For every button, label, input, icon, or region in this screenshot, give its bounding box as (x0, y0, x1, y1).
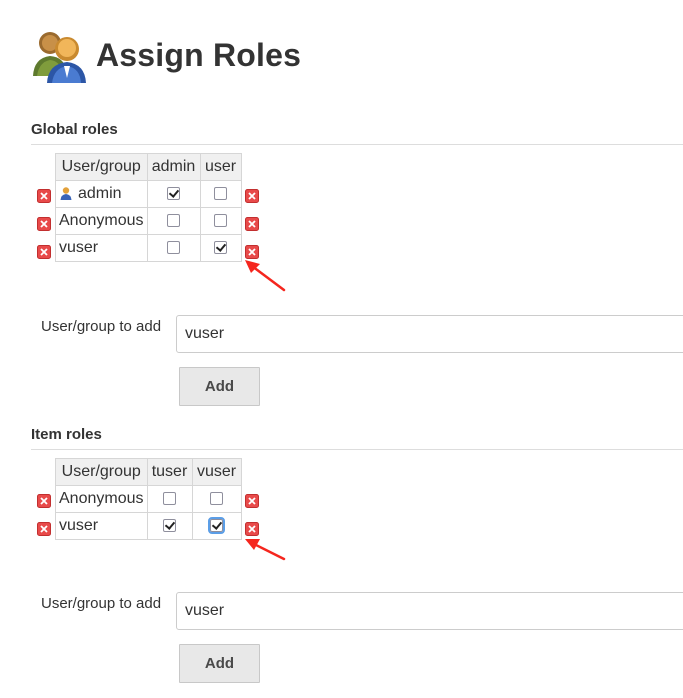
delete-row-icon[interactable] (245, 189, 259, 203)
row-name-cell: vuser (55, 234, 148, 262)
page-header: Assign Roles (30, 25, 301, 85)
role-checkbox[interactable] (163, 492, 176, 506)
column-header-user: user (199, 153, 242, 181)
table-row: vuser (55, 512, 242, 540)
assign-roles-page: Assign Roles Global roles User/group adm… (0, 0, 683, 698)
item-roles-grid: User/group tuser vuser Anonymous vuser (34, 458, 242, 540)
global-add-label: User/group to add (41, 318, 162, 335)
role-cell (199, 207, 242, 235)
role-cell (191, 512, 242, 540)
role-cell (191, 485, 242, 513)
row-name: Anonymous (59, 490, 144, 507)
delete-row-icon[interactable] (37, 494, 51, 508)
page-title: Assign Roles (96, 36, 302, 73)
row-name-cell: admin (55, 180, 148, 208)
role-cell (146, 180, 201, 208)
global-roles-grid: User/group admin user admin Anonymous vu… (34, 153, 242, 262)
row-name-cell: Anonymous (55, 207, 148, 235)
column-header-vuser: vuser (191, 458, 242, 486)
item-user-group-input[interactable] (176, 592, 683, 630)
role-checkbox[interactable] (208, 517, 225, 535)
global-user-group-input[interactable] (176, 315, 683, 353)
item-add-label: User/group to add (41, 595, 162, 612)
role-cell (199, 234, 242, 262)
table-row: vuser (55, 234, 242, 262)
users-icon (33, 32, 86, 83)
table-header-row: User/group admin user (55, 153, 242, 181)
table-row: admin (55, 180, 242, 208)
role-checkbox[interactable] (163, 519, 176, 533)
role-checkbox[interactable] (214, 187, 227, 201)
global-roles-table: User/group admin user admin Anonymous vu… (55, 153, 242, 262)
delete-row-icon[interactable] (245, 494, 259, 508)
role-checkbox[interactable] (214, 241, 227, 255)
column-header-admin: admin (146, 153, 201, 181)
item-roles-title: Item roles (31, 426, 102, 443)
item-roles-table: User/group tuser vuser Anonymous vuser (55, 458, 242, 540)
red-arrow-icon (245, 260, 286, 292)
column-header-user-group: User/group (55, 153, 148, 181)
user-icon (60, 187, 72, 200)
table-header-row: User/group tuser vuser (55, 458, 242, 486)
row-name: vuser (59, 239, 99, 256)
role-cell (146, 207, 201, 235)
role-cell (146, 234, 201, 262)
role-checkbox[interactable] (167, 214, 180, 228)
role-checkbox[interactable] (210, 492, 223, 506)
row-name: vuser (59, 517, 99, 534)
role-cell (146, 512, 193, 540)
delete-row-icon[interactable] (37, 245, 51, 259)
global-roles-title: Global roles (31, 121, 118, 138)
role-cell (146, 485, 193, 513)
row-name-cell: Anonymous (55, 485, 148, 513)
column-header-tuser: tuser (146, 458, 193, 486)
role-cell (199, 180, 242, 208)
role-checkbox[interactable] (214, 214, 227, 228)
role-checkbox[interactable] (167, 187, 180, 201)
red-arrow-icon (245, 539, 286, 561)
column-header-user-group: User/group (55, 458, 148, 486)
row-name-cell: vuser (55, 512, 148, 540)
row-name: Anonymous (59, 212, 144, 229)
table-row: Anonymous (55, 207, 242, 235)
table-row: Anonymous (55, 485, 242, 513)
item-roles-divider (31, 449, 683, 450)
delete-row-icon[interactable] (37, 217, 51, 231)
role-checkbox[interactable] (167, 241, 180, 255)
row-name: admin (78, 185, 122, 202)
delete-row-icon[interactable] (37, 189, 51, 203)
item-add-button[interactable]: Add (179, 644, 260, 683)
global-roles-divider (31, 144, 683, 145)
delete-row-icon[interactable] (37, 522, 51, 536)
delete-row-icon[interactable] (245, 217, 259, 231)
global-add-button[interactable]: Add (179, 367, 260, 406)
